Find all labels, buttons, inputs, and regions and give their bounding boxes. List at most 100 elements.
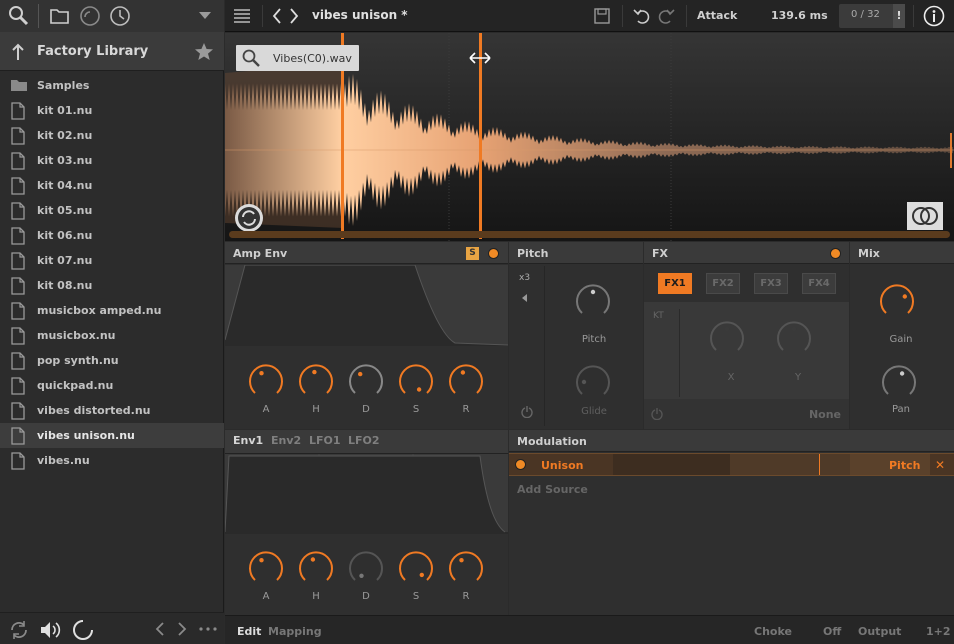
file-item-label: kit 08.nu — [37, 279, 93, 292]
voice-counter[interactable]: 0 / 32 ! — [839, 4, 905, 28]
fx-x-knob[interactable] — [709, 320, 745, 356]
stereo-icon[interactable] — [907, 202, 943, 230]
choke-value[interactable]: Off — [823, 625, 841, 638]
previous-icon[interactable] — [155, 622, 165, 636]
env1-r-knob[interactable] — [448, 550, 484, 586]
pitch-knob[interactable] — [575, 283, 611, 319]
fx-y-knob[interactable] — [776, 320, 812, 356]
key-tracking-label[interactable]: KT — [653, 311, 664, 321]
file-item[interactable]: vibes distorted.nu — [0, 398, 224, 423]
output-value[interactable]: 1+2 — [926, 625, 951, 638]
mod-source-enable-toggle[interactable] — [516, 460, 525, 469]
modulation-panel: Modulation Unison Pitch ✕ Add Source — [509, 430, 954, 615]
voice-count: 0 / 32 — [851, 9, 880, 20]
amp-env-d-knob[interactable] — [348, 363, 384, 399]
power-icon[interactable] — [521, 406, 533, 418]
mod-amount-bar[interactable] — [730, 454, 850, 475]
tab-env2[interactable]: Env2 — [271, 434, 301, 447]
file-item[interactable]: pop synth.nu — [0, 348, 224, 373]
file-item[interactable]: kit 06.nu — [0, 223, 224, 248]
undo-icon[interactable] — [633, 7, 651, 25]
file-item[interactable]: kit 02.nu — [0, 123, 224, 148]
file-item[interactable]: kit 08.nu — [0, 273, 224, 298]
zoom-icon[interactable] — [242, 49, 260, 67]
file-item[interactable]: musicbox amped.nu — [0, 298, 224, 323]
file-item[interactable]: kit 07.nu — [0, 248, 224, 273]
tab-lfo1[interactable]: LFO1 — [309, 434, 341, 447]
favorite-star-icon[interactable] — [194, 42, 214, 62]
edit-tab[interactable]: Edit — [237, 625, 261, 638]
search-icon[interactable] — [8, 5, 30, 27]
env1-a-knob[interactable] — [248, 550, 284, 586]
fx-tab-fx4[interactable]: FX4 — [802, 273, 836, 294]
file-item[interactable]: quickpad.nu — [0, 373, 224, 398]
mod-remove-button[interactable]: ✕ — [935, 458, 945, 472]
file-item-label: vibes distorted.nu — [37, 404, 151, 417]
fx-tab-fx2[interactable]: FX2 — [706, 273, 740, 294]
env1-s-knob[interactable] — [398, 550, 434, 586]
fx-params-area — [644, 302, 849, 399]
mod-env-graph[interactable] — [225, 454, 508, 534]
amp-env-h-knob[interactable] — [298, 363, 334, 399]
save-icon[interactable] — [594, 8, 610, 24]
file-item[interactable]: vibes.nu — [0, 448, 224, 473]
amp-env-graph[interactable] — [225, 265, 508, 346]
dropdown-chevron-icon[interactable] — [199, 12, 211, 20]
mod-source-name[interactable]: Unison — [541, 459, 583, 472]
fx-power-icon[interactable] — [651, 408, 663, 420]
pan-knob[interactable] — [881, 364, 917, 400]
mapping-tab[interactable]: Mapping — [268, 625, 322, 638]
mod-amount-track[interactable] — [613, 454, 730, 475]
clock-icon[interactable] — [109, 5, 131, 27]
amp-env-r-knob[interactable] — [448, 363, 484, 399]
amp-env-a-knob[interactable] — [248, 363, 284, 399]
folder-icon[interactable] — [49, 6, 71, 26]
waveform-scrollbar[interactable] — [229, 231, 950, 238]
fx-tab-fx3[interactable]: FX3 — [754, 273, 788, 294]
voice-warning[interactable]: ! — [893, 4, 905, 28]
menu-icon[interactable] — [233, 7, 251, 25]
folder-item[interactable]: Samples — [0, 73, 224, 98]
solo-button[interactable]: S — [466, 247, 479, 260]
refresh-icon[interactable] — [9, 620, 29, 640]
sample-file-label[interactable]: Vibes(C0).wav — [236, 45, 359, 71]
redo-icon[interactable] — [657, 7, 675, 25]
mod-amount-marker — [819, 454, 820, 475]
back-icon[interactable] — [272, 8, 282, 24]
file-item[interactable]: kit 03.nu — [0, 148, 224, 173]
file-icon — [11, 352, 25, 370]
speaker-icon[interactable] — [40, 620, 62, 640]
fx-enable-toggle[interactable] — [831, 249, 840, 258]
loop-icon[interactable] — [234, 203, 264, 233]
file-item[interactable]: kit 01.nu — [0, 98, 224, 123]
file-item[interactable]: kit 04.nu — [0, 173, 224, 198]
fx-type-selector[interactable]: None — [809, 408, 841, 421]
tab-lfo2[interactable]: LFO2 — [348, 434, 380, 447]
file-item[interactable]: musicbox.nu — [0, 323, 224, 348]
add-source-button[interactable]: Add Source — [517, 483, 588, 496]
glide-knob[interactable] — [575, 364, 611, 400]
fx-type-row[interactable]: None — [644, 399, 849, 429]
more-icon[interactable] — [199, 627, 217, 631]
recent-icon[interactable] — [79, 5, 101, 27]
octave-left-icon[interactable] — [522, 294, 527, 302]
amp-env-enable-toggle[interactable] — [489, 249, 498, 258]
env1-d-knob[interactable] — [348, 550, 384, 586]
forward-icon[interactable] — [289, 8, 299, 24]
octave-multiplier[interactable]: x3 — [519, 273, 530, 283]
tab-env1[interactable]: Env1 — [233, 434, 263, 447]
info-icon[interactable] — [923, 5, 945, 27]
mod-target-name[interactable]: Pitch — [889, 459, 920, 472]
env1-h-knob[interactable] — [298, 550, 334, 586]
modulation-row[interactable]: Unison Pitch ✕ — [509, 453, 954, 476]
fx-tab-fx1[interactable]: FX1 — [658, 273, 692, 294]
file-item[interactable]: kit 05.nu — [0, 198, 224, 223]
amp-env-s-knob[interactable] — [398, 363, 434, 399]
library-header[interactable]: Factory Library — [0, 32, 224, 71]
parent-folder-icon[interactable] — [11, 43, 25, 61]
file-item[interactable]: vibes unison.nu — [0, 423, 224, 448]
instrument-title[interactable]: vibes unison * — [312, 8, 408, 22]
gain-knob[interactable] — [879, 283, 915, 319]
next-icon[interactable] — [177, 622, 187, 636]
mix-title: Mix — [858, 247, 880, 260]
